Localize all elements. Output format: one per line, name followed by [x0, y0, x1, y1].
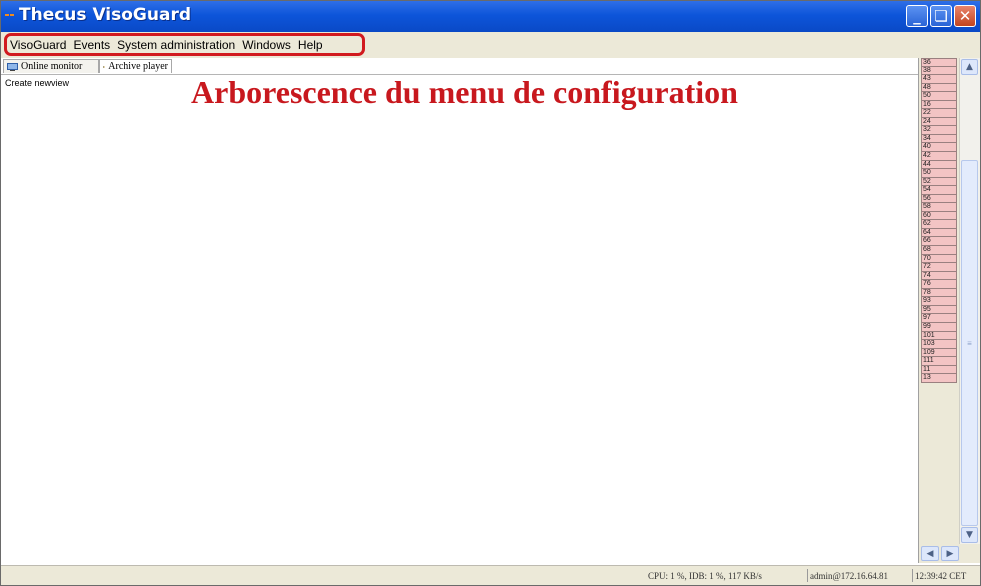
camera-item[interactable]: 64 [921, 228, 957, 238]
scroll-up-button[interactable]: ▲ [961, 59, 978, 75]
camera-item[interactable]: 50 [921, 169, 957, 178]
camera-item[interactable]: 42 [921, 152, 957, 161]
scroll-right-button[interactable]: ▶ [941, 546, 959, 561]
chevron-down-icon: ▼ [966, 530, 973, 540]
tab-bar: Online monitor Archive player [1, 58, 918, 75]
camera-item[interactable]: 68 [921, 246, 957, 255]
cpu-status: CPU: 1 %, IDB: 1 %, 117 KB/s [648, 570, 762, 581]
camera-item[interactable]: 54 [921, 186, 957, 195]
minimize-button[interactable]: _ [906, 5, 928, 27]
menu-highlight-annotation [4, 33, 365, 56]
title-bar[interactable]: Thecus VisoGuard _ ❏ ✕ [1, 1, 980, 32]
camera-item[interactable]: 38 [921, 66, 957, 76]
tab-label: Online monitor [21, 61, 83, 72]
camera-item[interactable]: 36 [921, 58, 957, 67]
camera-item[interactable]: 44 [921, 160, 957, 170]
camera-item[interactable]: 95 [921, 305, 957, 315]
window-title: Thecus VisoGuard [19, 5, 192, 25]
camera-item[interactable]: 50 [921, 92, 957, 101]
vertical-scrollbar[interactable]: ▲ ≡ ▼ [959, 58, 980, 544]
camera-item[interactable]: 24 [921, 117, 957, 127]
camera-item[interactable]: 111 [921, 357, 957, 366]
restore-button[interactable]: ❏ [930, 5, 952, 27]
camera-item[interactable]: 101 [921, 331, 957, 341]
menu-bar: VisoGuard Events System administration Wind… [1, 32, 980, 58]
restore-icon: ❏ [934, 7, 948, 25]
grip-icon: ≡ [967, 338, 972, 348]
camera-panel: 36 38 43 48 50 16 22 24 32 34 40 42 44 50 52 54 56 58 60 62… [918, 58, 980, 563]
chevron-up-icon: ▲ [966, 62, 973, 72]
scroll-down-button[interactable]: ▼ [961, 527, 978, 543]
camera-item[interactable]: 22 [921, 109, 957, 118]
scroll-thumb[interactable]: ≡ [961, 160, 978, 526]
camera-item[interactable]: 76 [921, 280, 957, 289]
status-bar: CPU: 1 %, IDB: 1 %, 117 KB/s admin@172.1… [1, 565, 980, 585]
close-icon: ✕ [958, 7, 972, 25]
create-new-view-link[interactable]: Create newview [5, 78, 69, 88]
camera-item[interactable]: 60 [921, 211, 957, 221]
camera-item[interactable]: 13 [921, 374, 957, 383]
camera-item[interactable]: 56 [921, 194, 957, 204]
camera-item[interactable]: 40 [921, 143, 957, 153]
camera-item[interactable]: 70 [921, 254, 957, 264]
clock-status: 12:39:42 CET [912, 569, 968, 582]
player-icon [103, 65, 106, 68]
camera-item[interactable]: 62 [921, 220, 957, 229]
scroll-left-button[interactable]: ◀ [921, 546, 939, 561]
app-window: Thecus VisoGuard _ ❏ ✕ VisoGuard Events Sy… [0, 0, 981, 586]
camera-item[interactable]: 16 [921, 100, 957, 110]
tab-label: Archive player [108, 61, 168, 72]
camera-item[interactable]: 43 [921, 75, 957, 84]
camera-item[interactable]: 103 [921, 340, 957, 349]
tab-archive-player[interactable]: Archive player [99, 59, 172, 73]
monitor-icon [7, 62, 18, 71]
camera-item[interactable]: 58 [921, 203, 957, 212]
close-button[interactable]: ✕ [954, 5, 976, 27]
chevron-left-icon: ◀ [926, 548, 934, 559]
camera-item[interactable]: 52 [921, 177, 957, 187]
camera-item[interactable]: 109 [921, 348, 957, 358]
camera-item[interactable]: 93 [921, 297, 957, 306]
camera-item[interactable]: 78 [921, 288, 957, 298]
camera-list: 36 38 43 48 50 16 22 24 32 34 40 42 44 50 52 54 56 58 60 62… [921, 58, 957, 383]
minimize-icon: _ [913, 7, 921, 25]
user-status: admin@172.16.64.81 [807, 569, 890, 582]
camera-item[interactable]: 11 [921, 365, 957, 375]
camera-item[interactable]: 32 [921, 126, 957, 135]
tab-online-monitor[interactable]: Online monitor [3, 59, 99, 73]
annotation-heading: Arborescence du menu de configuration [191, 74, 738, 110]
camera-item[interactable]: 99 [921, 322, 957, 332]
camera-item[interactable]: 74 [921, 271, 957, 281]
chevron-right-icon: ▶ [946, 548, 954, 559]
camera-item[interactable]: 34 [921, 134, 957, 144]
horizontal-scrollbar: ◀ ▶ [921, 546, 977, 561]
camera-item[interactable]: 48 [921, 83, 957, 93]
camera-item[interactable]: 66 [921, 237, 957, 247]
camera-item[interactable]: 72 [921, 263, 957, 272]
camera-item[interactable]: 97 [921, 314, 957, 323]
app-logo-icon [5, 14, 14, 16]
